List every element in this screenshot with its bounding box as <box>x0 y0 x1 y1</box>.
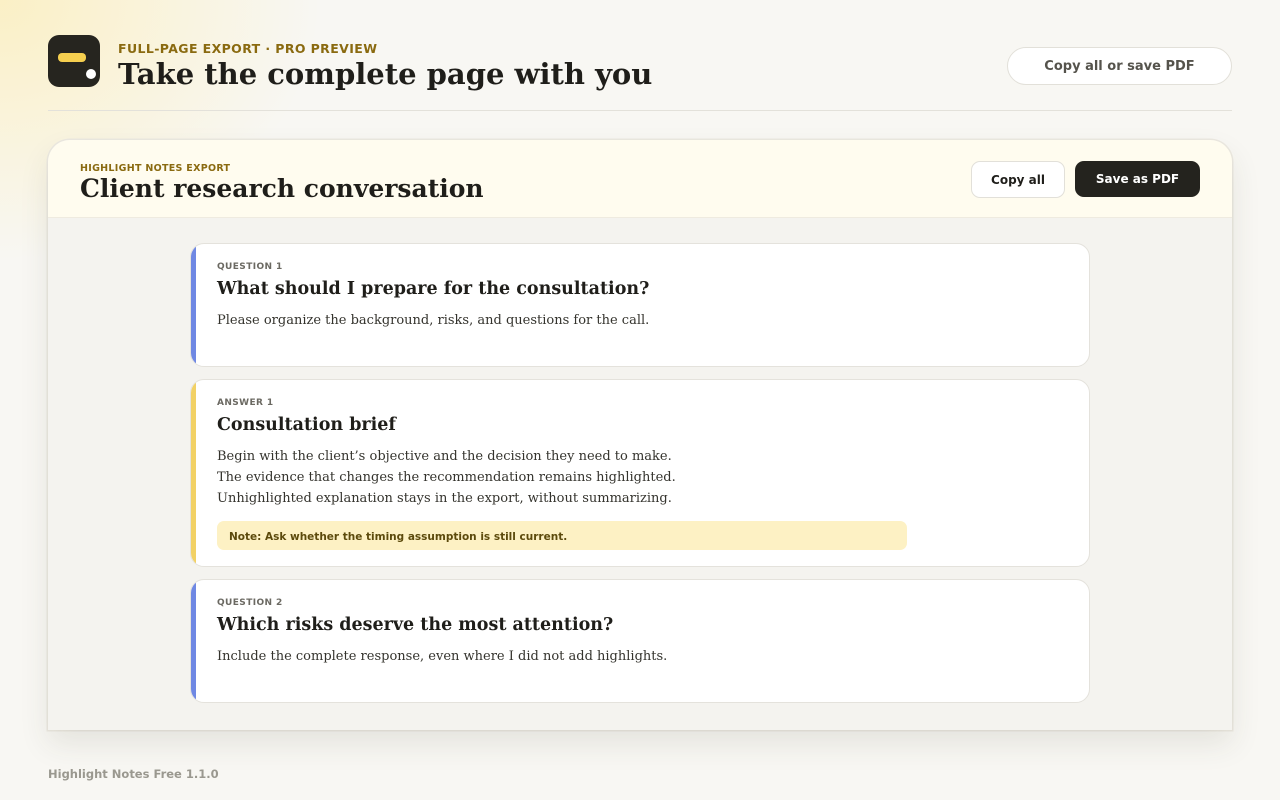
message-body: Include the complete response, even wher… <box>217 646 667 667</box>
copy-all-button[interactable]: Copy all <box>971 161 1065 198</box>
message-line: The evidence that changes the recommenda… <box>217 470 676 485</box>
message-body: Please organize the background, risks, a… <box>217 310 649 331</box>
message-title: Consultation brief <box>217 415 396 435</box>
save-as-pdf-button[interactable]: Save as PDF <box>1075 161 1200 197</box>
preview-title: Client research conversation <box>80 174 484 203</box>
version-label: Highlight Notes Free 1.1.0 <box>48 767 219 781</box>
message-kind-label: QUESTION 1 <box>217 262 283 272</box>
message-line: Begin with the client’s objective and th… <box>217 449 672 464</box>
message-kind-label: QUESTION 2 <box>217 598 283 608</box>
header-eyebrow: FULL-PAGE EXPORT · PRO PREVIEW <box>118 41 378 56</box>
message-line: Include the complete response, even wher… <box>217 649 668 664</box>
top-header: FULL-PAGE EXPORT · PRO PREVIEW Take the … <box>48 35 1232 111</box>
question-accent-bar <box>191 580 196 702</box>
copy-or-save-button[interactable]: Copy all or save PDF <box>1007 47 1232 85</box>
message-body: Begin with the client’s objective and th… <box>217 446 676 509</box>
logo-dot-shape <box>86 69 96 79</box>
question-accent-bar <box>191 244 196 366</box>
question-card: QUESTION 2 Which risks deserve the most … <box>190 579 1090 703</box>
preview-header: HIGHLIGHT NOTES EXPORT Client research c… <box>48 140 1232 218</box>
message-line: Unhighlighted explanation stays in the e… <box>217 491 672 506</box>
app-logo-icon <box>48 35 100 87</box>
page-title: Take the complete page with you <box>118 57 653 91</box>
answer-accent-bar <box>191 380 196 566</box>
preview-eyebrow: HIGHLIGHT NOTES EXPORT <box>80 163 231 174</box>
question-card: QUESTION 1 What should I prepare for the… <box>190 243 1090 367</box>
answer-card: ANSWER 1 Consultation brief Begin with t… <box>190 379 1090 567</box>
message-title: Which risks deserve the most attention? <box>217 615 614 635</box>
highlight-note: Note: Ask whether the timing assumption … <box>217 521 907 550</box>
export-preview-card: HIGHLIGHT NOTES EXPORT Client research c… <box>48 140 1232 730</box>
message-line: Please organize the background, risks, a… <box>217 313 650 328</box>
message-kind-label: ANSWER 1 <box>217 398 274 408</box>
message-title: What should I prepare for the consultati… <box>217 279 650 299</box>
highlight-bar-shape <box>58 53 86 62</box>
